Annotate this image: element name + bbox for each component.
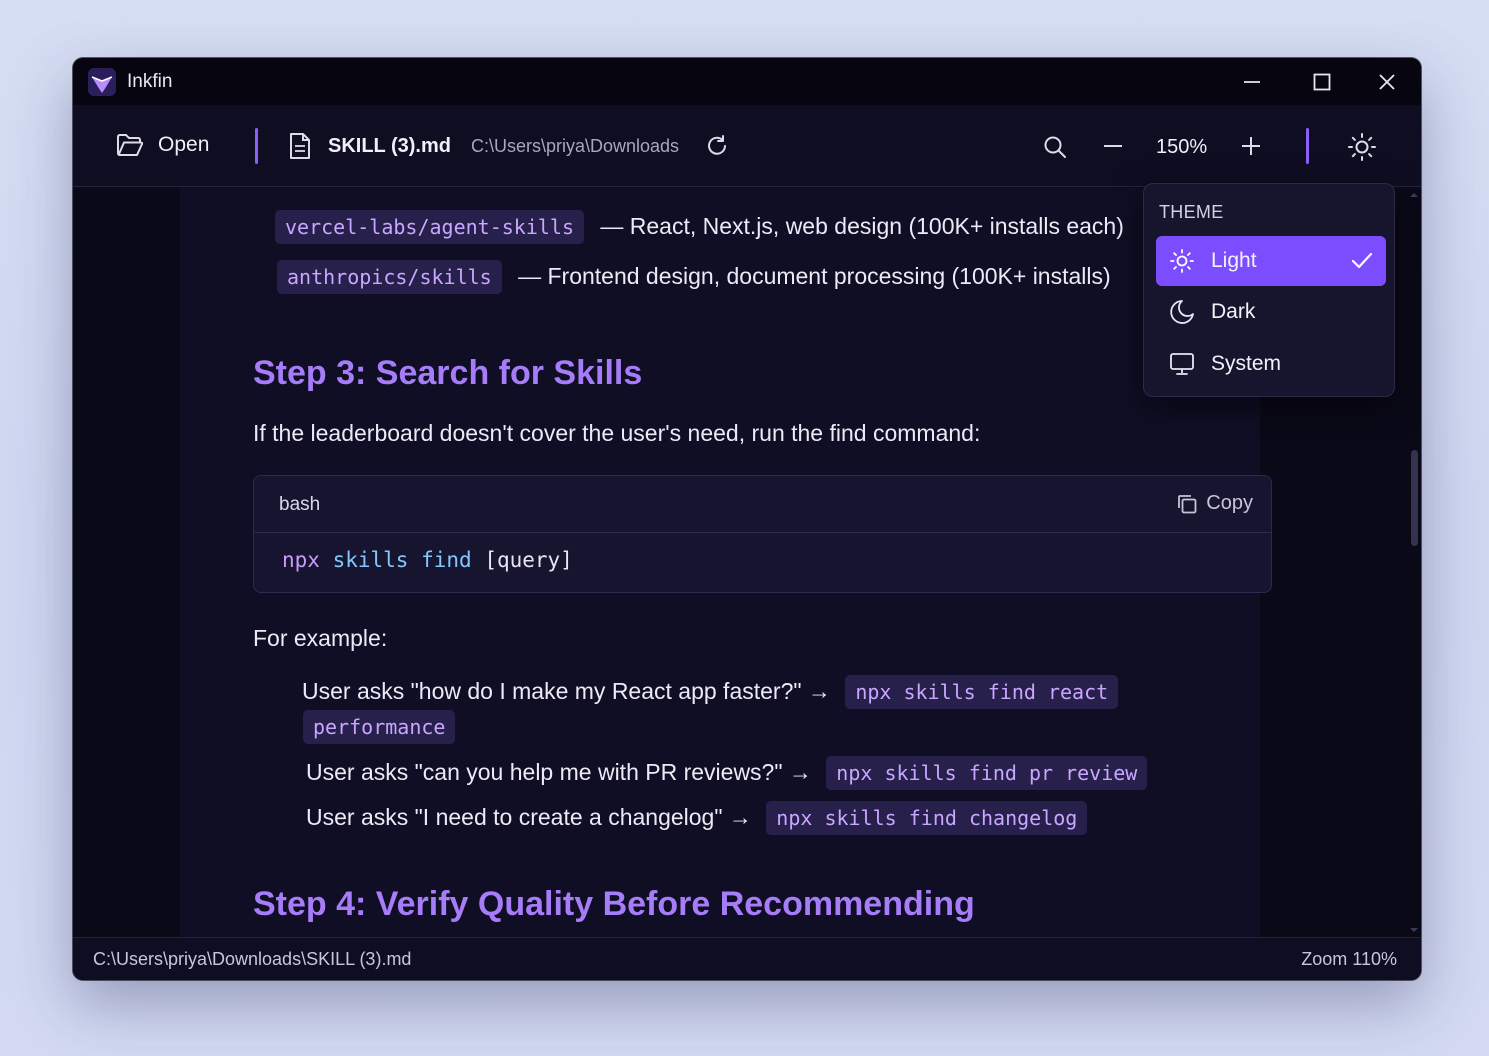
theme-toggle-button[interactable]	[1347, 132, 1377, 162]
copy-label: Copy	[1206, 492, 1253, 514]
app-logo-icon	[88, 68, 116, 96]
theme-option-dark[interactable]: Dark	[1156, 287, 1386, 337]
code-line: npx skills find [query]	[282, 548, 573, 572]
list-item-text: User asks "how do I make my React app fa…	[302, 678, 831, 704]
theme-option-label: System	[1211, 352, 1282, 375]
step4-heading: Step 4: Verify Quality Before Recommendi…	[253, 885, 975, 923]
status-bar: C:\Users\priya\Downloads\SKILL (3).md Zo…	[73, 937, 1421, 980]
code-token-command: npx	[282, 548, 320, 572]
list-item: User asks "how do I make my React app fa…	[302, 675, 1119, 709]
code-block: bash Copy npx skills find [query]	[253, 475, 1272, 593]
app-window: Inkfin Open SKILL (3).md C:\Users\priya\…	[73, 58, 1421, 980]
status-file-path: C:\Users\priya\Downloads\SKILL (3).md	[93, 949, 412, 969]
app-title: Inkfin	[127, 71, 173, 92]
theme-menu-header: THEME	[1159, 202, 1224, 222]
zoom-in-button[interactable]	[1240, 135, 1262, 157]
search-icon	[1044, 136, 1066, 158]
inline-code: performance	[303, 710, 456, 744]
maximize-icon	[1313, 73, 1331, 90]
copy-icon	[1178, 494, 1197, 513]
inline-code: npx skills find pr review	[826, 756, 1148, 790]
open-label: Open	[158, 133, 210, 156]
list-item-continuation: performance	[303, 710, 456, 744]
scrollbar-thumb[interactable]	[1411, 450, 1418, 546]
code-token-args: skills find	[332, 548, 472, 572]
inline-code: anthropics/skills	[277, 260, 502, 294]
list-item-text: — React, Next.js, web design (100K+ inst…	[600, 213, 1124, 239]
list-item: User asks "can you help me with PR revie…	[306, 756, 1148, 790]
list-item-text: — Frontend design, document processing (…	[518, 263, 1111, 289]
scroll-down-icon	[1410, 928, 1418, 932]
toolbar: Open SKILL (3).md C:\Users\priya\Downloa…	[73, 105, 1421, 187]
step3-intro: If the leaderboard doesn't cover the use…	[253, 420, 981, 446]
theme-option-label: Light	[1211, 249, 1257, 272]
code-token-rest: [query]	[484, 548, 573, 572]
title-bar: Inkfin	[73, 58, 1421, 105]
folder-open-icon	[117, 134, 144, 156]
plus-icon	[1242, 137, 1260, 155]
maximize-button[interactable]	[1289, 58, 1355, 105]
zoom-out-button[interactable]	[1102, 135, 1124, 157]
monitor-icon	[1170, 353, 1194, 375]
status-zoom: Zoom 110%	[1301, 949, 1397, 969]
toolbar-divider	[255, 128, 258, 164]
copy-button[interactable]: Copy	[1176, 492, 1253, 515]
theme-option-system[interactable]: System	[1156, 339, 1386, 389]
checkmark-icon	[1351, 252, 1373, 269]
sun-icon	[1348, 133, 1376, 161]
list-item: User asks "I need to create a changelog"…	[306, 801, 1088, 835]
inline-code: vercel-labs/agent-skills	[275, 210, 584, 244]
list-item: vercel-labs/agent-skills — React, Next.j…	[275, 210, 1124, 244]
vertical-scrollbar[interactable]	[1407, 188, 1421, 937]
minimize-icon	[1244, 80, 1260, 83]
inline-code: npx skills find react	[845, 675, 1119, 709]
list-item: anthropics/skills — Frontend design, doc…	[277, 260, 1111, 294]
example-intro: For example:	[253, 625, 388, 651]
toolbar-divider-2	[1306, 128, 1309, 164]
close-button[interactable]	[1354, 58, 1420, 105]
scroll-up-icon	[1410, 193, 1418, 197]
step3-heading: Step 3: Search for Skills	[253, 354, 643, 392]
code-block-header: bash Copy	[254, 476, 1271, 533]
close-icon	[1379, 73, 1395, 90]
theme-option-label: Dark	[1211, 300, 1256, 323]
file-name: SKILL (3).md	[328, 134, 451, 157]
code-language: bash	[279, 494, 321, 515]
current-file: SKILL (3).md C:\Users\priya\Downloads	[288, 132, 679, 160]
document-icon	[290, 133, 310, 159]
refresh-icon	[708, 135, 726, 155]
inline-code: npx skills find changelog	[766, 801, 1088, 835]
zoom-level: 150%	[1156, 136, 1208, 158]
search-button[interactable]	[1043, 135, 1067, 159]
minimize-button[interactable]	[1219, 58, 1285, 105]
list-item-text: User asks "can you help me with PR revie…	[306, 759, 812, 785]
minus-icon	[1104, 145, 1122, 147]
list-item-text: User asks "I need to create a changelog"…	[306, 804, 752, 830]
theme-menu: THEME Light Dark System	[1143, 183, 1395, 397]
sun-icon	[1170, 249, 1194, 273]
theme-option-light[interactable]: Light	[1156, 236, 1386, 286]
reload-button[interactable]	[705, 134, 729, 158]
moon-icon	[1170, 300, 1194, 324]
file-directory: C:\Users\priya\Downloads	[470, 135, 680, 156]
open-button[interactable]: Open	[116, 132, 209, 158]
